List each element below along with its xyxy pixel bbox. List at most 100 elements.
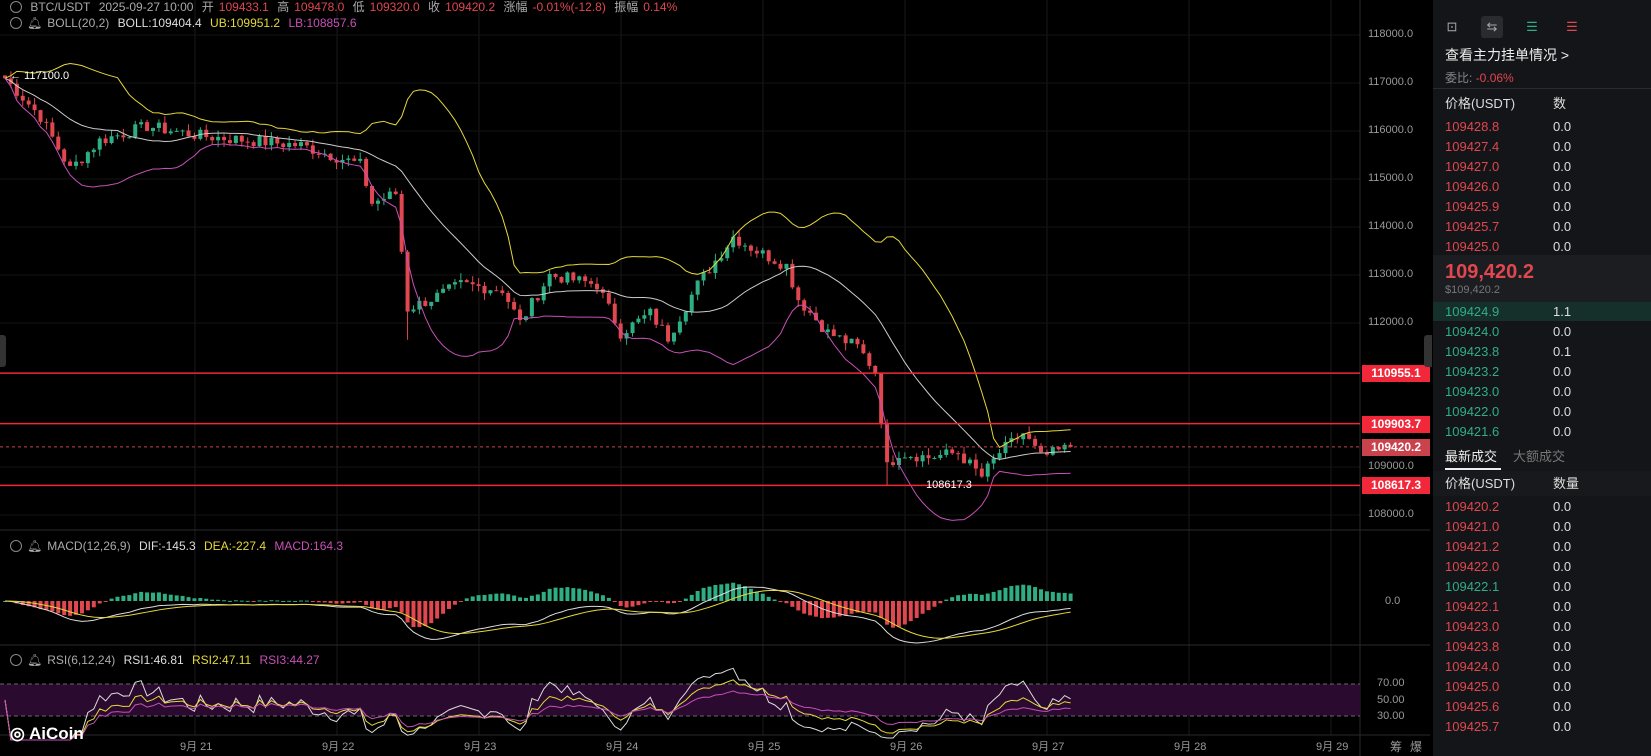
row-qty: 0.0: [1553, 699, 1572, 714]
candle-body: [174, 130, 179, 132]
both-sides-icon[interactable]: ⇆: [1481, 16, 1503, 38]
add-window-icon[interactable]: ⊡: [1441, 16, 1463, 38]
aicoin-logo: ◎ AiCoin: [10, 724, 84, 743]
orderbook-row[interactable]: 109423.2 0.0: [1445, 362, 1651, 382]
bell-icon[interactable]: 🔔︎: [27, 16, 42, 30]
orderbook-row[interactable]: 109422.0 0.0: [1445, 402, 1651, 422]
last-price: 109,420.2: [1445, 261, 1534, 283]
candle-body: [748, 245, 753, 251]
collapse-icon[interactable]: [10, 17, 22, 29]
bids-only-icon[interactable]: ☰: [1521, 16, 1543, 38]
date-label: 9月 23: [464, 741, 497, 753]
orderbook-row[interactable]: 109425.6 0.0: [1445, 697, 1651, 717]
row-price: 109420.2: [1445, 499, 1500, 514]
bell-icon[interactable]: 🔔︎: [27, 653, 42, 667]
macd-histogram-bar: [559, 587, 564, 601]
level-price-tag[interactable]: 109903.7: [1362, 415, 1430, 433]
open-label: 开: [201, 0, 214, 14]
orderbook-row[interactable]: 109427.4 0.0: [1445, 137, 1651, 157]
candle-body: [435, 292, 440, 302]
candle-body: [168, 131, 173, 134]
tab-latest-trades[interactable]: 最新成交: [1445, 446, 1497, 465]
main-orders-link[interactable]: 查看主力挂单情况 >: [1445, 45, 1569, 65]
candle-body: [162, 122, 167, 134]
orderbook-row[interactable]: 109423.8 0.0: [1445, 637, 1651, 657]
macd-histogram-bar: [204, 598, 209, 601]
ohlc-legend: BTC/USDT 2025-09-27 10:00 开 109433.1 高 109…: [10, 0, 682, 15]
candle-body: [91, 149, 96, 153]
rsi2-value: RSI2:47.11: [192, 653, 252, 667]
candle-body: [476, 284, 481, 286]
orderbook-row[interactable]: 109425.9 0.0: [1445, 197, 1651, 217]
macd-histogram-bar: [245, 600, 250, 602]
level-price-tag[interactable]: 110955.1: [1362, 365, 1430, 383]
candle-body: [867, 353, 872, 366]
orderbook-row[interactable]: 109425.0 0.0: [1445, 677, 1651, 697]
orderbook-row[interactable]: 109425.7 0.0: [1445, 217, 1651, 237]
level-price-tag[interactable]: 108617.3: [1362, 477, 1430, 495]
bell-icon[interactable]: 🔔︎: [27, 539, 42, 553]
orderbook-row[interactable]: 109423.0 0.0: [1445, 382, 1651, 402]
candle-body: [263, 136, 268, 146]
row-price: 109427.4: [1445, 139, 1500, 154]
candle-body: [375, 200, 380, 204]
orderbook-row[interactable]: 109427.0 0.0: [1445, 157, 1651, 177]
orderbook-row[interactable]: 109422.1 0.0: [1445, 577, 1651, 597]
collapse-icon[interactable]: [10, 654, 22, 666]
asks-only-icon[interactable]: ☰: [1561, 16, 1583, 38]
candle-body: [180, 130, 185, 132]
orderbook-row[interactable]: 109421.2 0.0: [1445, 537, 1651, 557]
kline-chart[interactable]: [0, 0, 1430, 756]
orderbook-row[interactable]: 109423.0 0.0: [1445, 617, 1651, 637]
orderbook-row[interactable]: 109420.2 0.0: [1445, 497, 1651, 517]
macd-histogram-bar: [1003, 587, 1008, 601]
candle-body: [251, 142, 256, 147]
candle-body: [553, 273, 558, 277]
orderbook-row[interactable]: 109425.0 0.0: [1445, 237, 1651, 257]
macd-histogram-bar: [748, 588, 753, 601]
collapse-icon[interactable]: [10, 540, 22, 552]
date-label: 9月 21: [180, 741, 213, 753]
candle-body: [210, 137, 215, 141]
candle-body: [482, 285, 487, 294]
candle-body: [429, 301, 434, 306]
row-qty: 0.0: [1553, 324, 1572, 339]
orderbook-row[interactable]: 109428.8 0.0: [1445, 117, 1651, 137]
right-collapse-handle[interactable]: [1424, 335, 1432, 367]
candle-body: [352, 158, 357, 161]
orderbook-row[interactable]: 109422.0 0.0: [1445, 557, 1651, 577]
left-collapse-handle[interactable]: [0, 335, 6, 367]
orderbook-row[interactable]: 109423.8 0.1: [1445, 342, 1651, 362]
candle-body: [760, 250, 765, 254]
macd-histogram-bar: [482, 594, 487, 601]
macd-histogram-bar: [494, 593, 499, 601]
macd-histogram-bar: [529, 595, 534, 601]
orderbook-row[interactable]: 109425.7 0.0: [1445, 717, 1651, 737]
orderbook-row[interactable]: 109426.0 0.0: [1445, 177, 1651, 197]
trades-header: 价格(USDT) 数量: [1445, 474, 1651, 494]
orderbook-row[interactable]: 109422.1 0.0: [1445, 597, 1651, 617]
row-qty: 0.0: [1553, 364, 1572, 379]
low-value: 109320.0: [369, 0, 420, 14]
candle-body: [269, 137, 274, 146]
chips-button[interactable]: 筹: [1390, 738, 1402, 755]
collapse-icon[interactable]: [10, 1, 22, 13]
candle-body: [441, 288, 446, 293]
macd-histogram-bar: [938, 601, 943, 604]
candle-body: [796, 287, 801, 301]
tab-large-trades[interactable]: 大额成交: [1513, 446, 1565, 465]
rsi-name: RSI(6,12,24): [47, 653, 116, 667]
orderbook-row[interactable]: 109421.6 0.0: [1445, 422, 1651, 442]
candle-body: [470, 282, 475, 285]
orderbook-row[interactable]: 109424.0 0.0: [1445, 322, 1651, 342]
orderbook-row[interactable]: 109424.0 0.0: [1445, 657, 1651, 677]
macd-histogram-bar: [151, 592, 155, 601]
orderbook-row[interactable]: 109421.0 0.0: [1445, 517, 1651, 537]
date-label: 9月 24: [606, 741, 639, 753]
macd-histogram-bar: [293, 600, 298, 602]
col-price: 价格(USDT): [1445, 476, 1516, 491]
candle-body: [506, 292, 511, 302]
orderbook-row[interactable]: 109424.9 1.1: [1445, 302, 1651, 322]
liquidation-button[interactable]: 爆: [1410, 738, 1422, 755]
candle-body: [500, 290, 505, 293]
